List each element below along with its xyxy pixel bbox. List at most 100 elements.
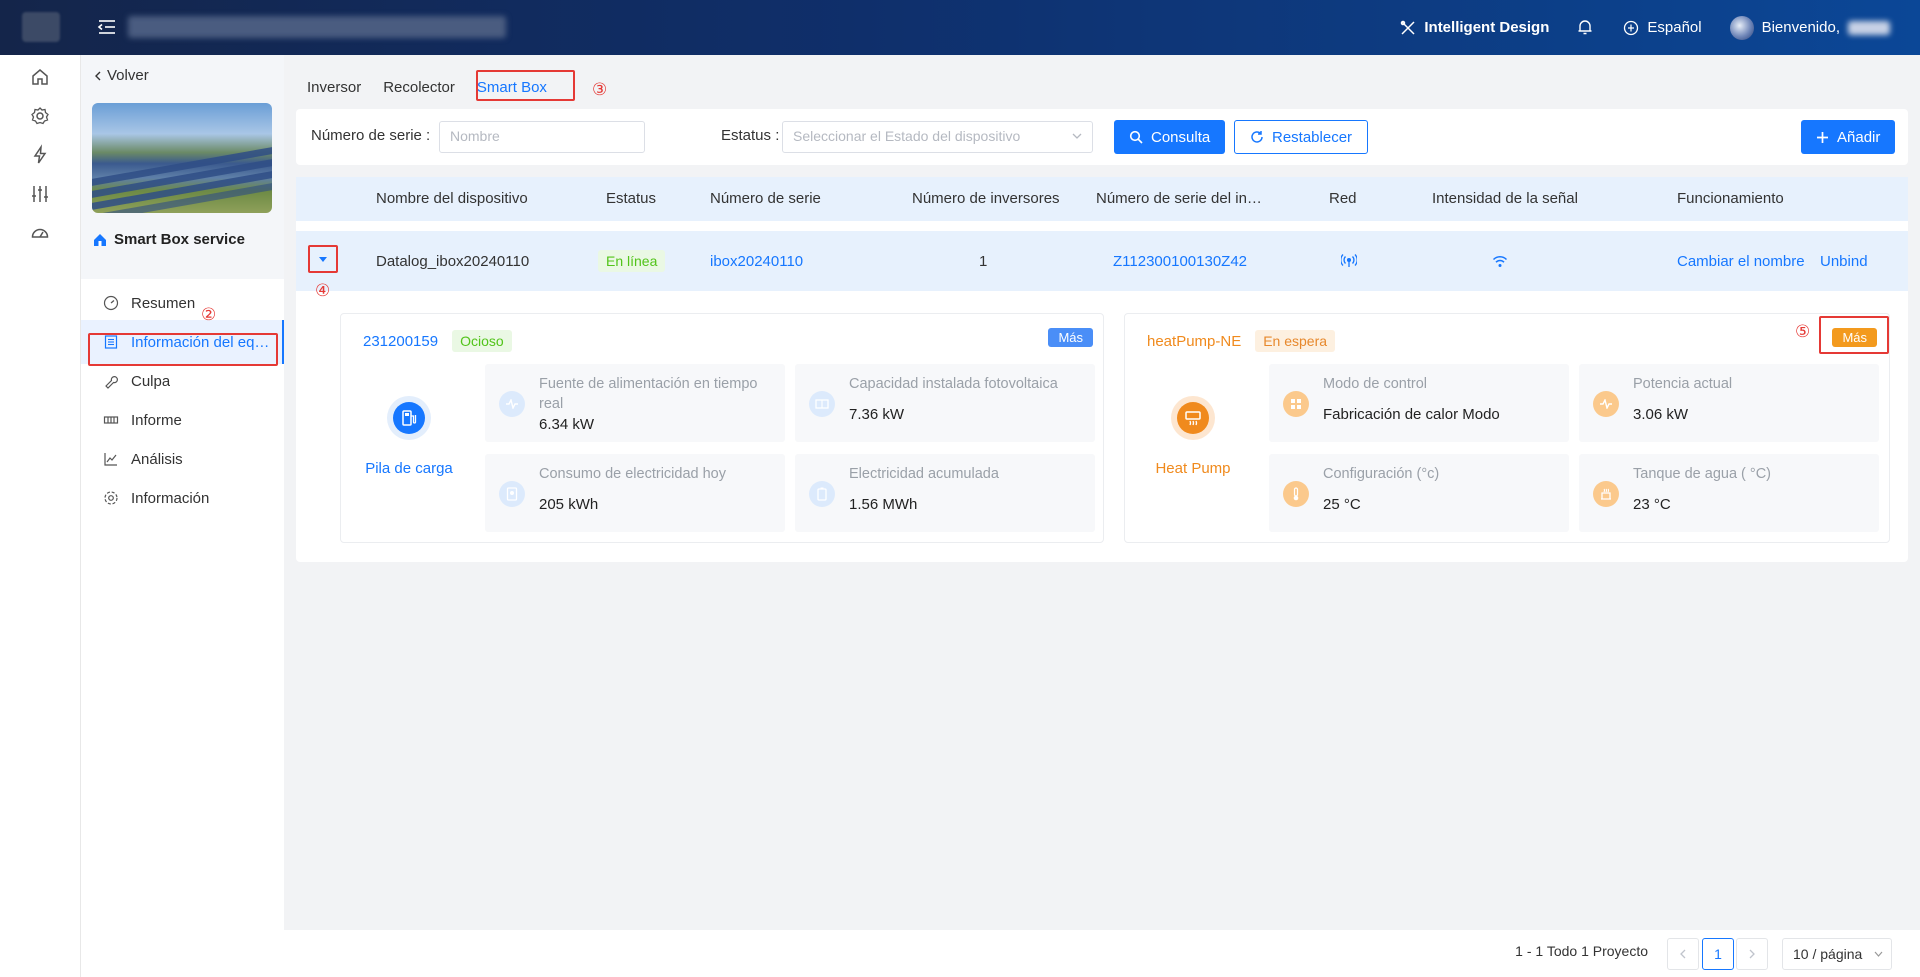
gear-icon	[104, 491, 118, 505]
icon-rail	[0, 55, 81, 977]
user-menu[interactable]: Bienvenido,	[1729, 15, 1890, 40]
heat-pump-icon	[1171, 396, 1215, 440]
intelligent-design-link[interactable]: Intelligent Design	[1400, 19, 1549, 36]
col-device-name: Nombre del dispositivo	[376, 190, 528, 207]
rename-link[interactable]: Cambiar el nombre	[1677, 231, 1805, 291]
house-marker-icon	[94, 233, 106, 246]
metric-control-mode: Modo de control Fabricación de calor Mod…	[1269, 364, 1569, 442]
logo[interactable]	[22, 12, 60, 42]
gear-icon[interactable]	[29, 105, 51, 127]
col-status: Estatus	[606, 190, 657, 207]
gauge-icon[interactable]	[29, 222, 51, 244]
nav-label: Información	[131, 489, 210, 507]
charging-pile-label[interactable]: Pila de carga	[339, 460, 479, 477]
filter-bar: Número de serie : Nombre Estatus : Selec…	[296, 109, 1908, 165]
add-button[interactable]: Añadir	[1801, 120, 1896, 154]
charger-id-link[interactable]: 231200159	[363, 333, 438, 350]
page-title-redacted	[128, 16, 506, 38]
col-inverter-count: Número de inversores	[912, 190, 1060, 207]
water-tank-icon	[1593, 481, 1619, 507]
metric-value: 1.56 MWh	[849, 496, 918, 513]
serial-input[interactable]: Nombre	[439, 121, 645, 153]
language-selector[interactable]: Español	[1623, 19, 1702, 36]
metric-value: Fabricación de calor Modo	[1323, 406, 1500, 423]
back-label: Volver	[107, 67, 149, 84]
metric-value: 23 °C	[1633, 496, 1671, 513]
metric-value: 7.36 kW	[849, 406, 905, 423]
metric-label: Potencia actual	[1633, 376, 1733, 392]
next-page-button[interactable]	[1736, 938, 1768, 970]
pagination: 1 - 1 Todo 1 Proyecto 1 10 / página	[284, 930, 1920, 977]
heat-pump-label[interactable]: Heat Pump	[1123, 460, 1263, 477]
bell-icon	[1578, 20, 1592, 35]
unbind-link[interactable]: Unbind	[1820, 231, 1868, 291]
expand-row-button[interactable]	[308, 245, 338, 273]
annotation-box-5	[1819, 316, 1889, 354]
page-1-button[interactable]: 1	[1702, 938, 1734, 970]
prev-page-button[interactable]	[1667, 938, 1699, 970]
metric-setpoint: Configuración (°c) 25 °C	[1269, 454, 1569, 532]
wrench-icon	[105, 376, 118, 389]
metric-value: 205 kWh	[539, 496, 599, 513]
plant-title: Smart Box service	[92, 231, 245, 248]
metric-label: Modo de control	[1323, 376, 1427, 392]
plant-sidebar: Volver Smart Box service Resumen Informa…	[81, 55, 284, 977]
row-signal	[1492, 231, 1508, 291]
table-row[interactable]: Datalog_ibox20240110 En línea ibox202401…	[296, 231, 1908, 291]
smartbox-table: Nombre del dispositivo Estatus Número de…	[296, 177, 1908, 562]
online-badge: En línea	[598, 250, 666, 272]
metric-label: Tanque de agua ( °C)	[1633, 466, 1771, 482]
design-tools-icon	[1401, 20, 1415, 35]
nav-item-resumen[interactable]: Resumen	[81, 281, 284, 325]
row-inverter-serial-link[interactable]: Z112300100130Z42	[1113, 231, 1247, 291]
annotation-box-3	[476, 70, 575, 101]
search-icon	[1129, 130, 1143, 144]
charger-more-button[interactable]: Más	[1048, 328, 1093, 347]
home-icon[interactable]	[29, 66, 51, 88]
col-inverter-serial: Número de serie del in…	[1096, 190, 1262, 207]
tab-inversor[interactable]: Inversor	[296, 71, 372, 105]
status-placeholder: Seleccionar el Estado del dispositivo	[793, 128, 1021, 144]
table-header: Nombre del dispositivo Estatus Número de…	[296, 177, 1908, 221]
page-size-select[interactable]: 10 / página	[1782, 938, 1892, 970]
serial-label: Número de serie :	[311, 127, 431, 144]
col-signal: Intensidad de la señal	[1432, 190, 1578, 207]
back-link[interactable]: Volver	[93, 67, 149, 84]
query-button[interactable]: Consulta	[1114, 120, 1226, 154]
nav-item-informe[interactable]: Informe	[81, 398, 284, 442]
metric-value: 3.06 kW	[1633, 406, 1689, 423]
heat-pump-card: heatPump-NE En espera Más Heat Pump Modo…	[1124, 313, 1890, 543]
heat-pump-id-link[interactable]: heatPump-NE	[1147, 333, 1241, 350]
idle-badge: Ocioso	[452, 330, 512, 352]
row-serial-link[interactable]: ibox20240110	[710, 231, 803, 291]
col-operations: Funcionamiento	[1677, 190, 1784, 207]
annotation-number-5: ⑤	[1795, 322, 1811, 341]
page-size-label: 10 / página	[1793, 946, 1863, 962]
tab-recolector[interactable]: Recolector	[372, 71, 466, 105]
globe-icon	[1624, 20, 1639, 35]
plus-icon	[1817, 131, 1828, 143]
row-network	[1341, 231, 1357, 291]
grid-mode-icon	[1283, 391, 1309, 417]
annotation-box-2	[88, 333, 278, 366]
plant-photo	[92, 103, 272, 213]
lightning-icon[interactable]	[29, 144, 51, 166]
chevron-down-icon	[1874, 951, 1883, 957]
metric-label: Configuración (°c)	[1323, 466, 1440, 482]
wifi-icon	[1492, 255, 1508, 267]
chevron-left-icon	[95, 71, 101, 80]
reset-button[interactable]: Restablecer	[1234, 120, 1369, 154]
metric-water-tank: Tanque de agua ( °C) 23 °C	[1579, 454, 1879, 532]
username-redacted	[1848, 20, 1890, 35]
avatar	[1729, 15, 1754, 40]
chevron-right-icon	[1749, 949, 1755, 959]
report-icon	[103, 416, 119, 424]
status-select[interactable]: Seleccionar el Estado del dispositivo	[782, 121, 1093, 153]
nav-item-analisis[interactable]: Análisis	[81, 437, 284, 481]
row-inverter-count: 1	[979, 252, 988, 270]
nav-label: Resumen	[131, 294, 196, 312]
notifications-button[interactable]	[1577, 19, 1593, 36]
menu-toggle-icon[interactable]	[96, 16, 118, 38]
nav-item-informacion[interactable]: Información	[81, 476, 284, 520]
sliders-icon[interactable]	[29, 183, 51, 205]
